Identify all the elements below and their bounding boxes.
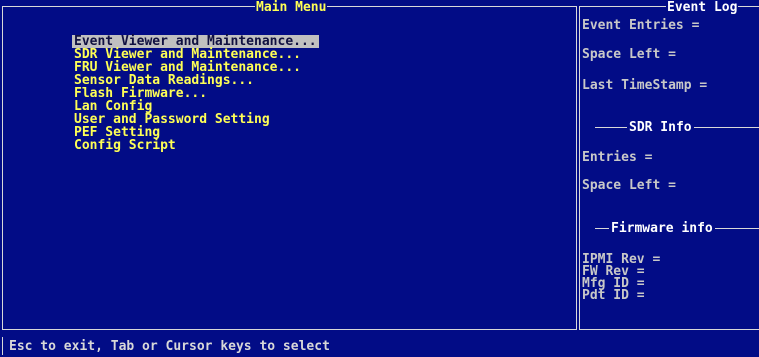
event-space-left-label: Space Left = [582,47,676,62]
bios-screen: Main Menu Event Viewer and Maintenance..… [0,0,759,357]
sdr-info-title: SDR Info [627,120,694,135]
last-timestamp-label: Last TimeStamp = [582,78,708,93]
sdr-entries-label: Entries = [582,150,653,165]
status-bar-left-edge [2,337,3,355]
event-entries-label: Event Entries = [582,18,700,33]
pdt-id-label: Pdt ID = [582,288,645,303]
menu-item-config-script[interactable]: Config Script [72,139,178,152]
status-bar-text: Esc to exit, Tab or Cursor keys to selec… [9,339,330,354]
main-menu-title: Main Menu [255,0,328,15]
firmware-info-title: Firmware info [609,221,715,236]
sdr-space-left-label: Space Left = [582,178,676,193]
event-log-title: Event Log [666,0,739,15]
